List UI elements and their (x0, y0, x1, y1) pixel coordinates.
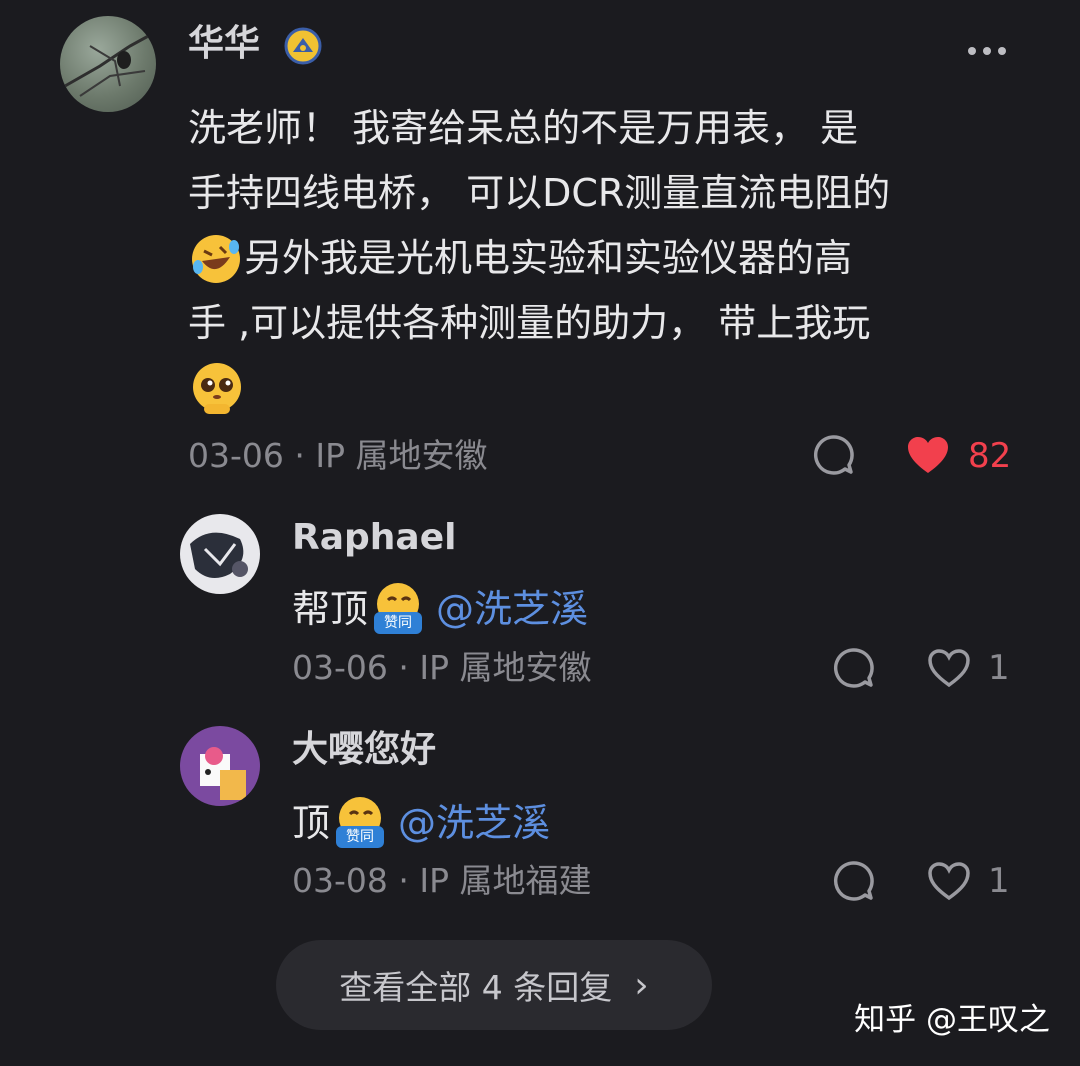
comment-meta: 03-06 · IP 属地安徽 (188, 436, 488, 475)
heart-filled-icon (908, 437, 948, 473)
pleading-emoji (188, 360, 246, 418)
reply-date: 03-08 (292, 861, 388, 900)
rofl-emoji (188, 231, 244, 287)
comment-line: 手持四线电桥， 可以DCR测量直流电阻的 (188, 171, 891, 215)
reply-text: 顶 赞同 @洗芝溪 (292, 794, 550, 852)
reply-location: IP 属地安徽 (419, 648, 592, 687)
reply-button[interactable] (810, 432, 856, 478)
mention-link[interactable]: @洗芝溪 (436, 580, 588, 638)
comment-line: 另外我是光机电实验和实验仪器的高 (244, 236, 853, 280)
reply-location: IP 属地福建 (419, 861, 592, 900)
reply-button[interactable] (830, 858, 876, 904)
view-all-replies-label: 查看全部 4 条回复 (339, 968, 613, 1007)
comment-icon (833, 648, 874, 688)
watermark: 知乎 @王叹之 (854, 1002, 1050, 1038)
reply-text-body: 顶 (292, 801, 331, 845)
like-button[interactable] (926, 645, 972, 691)
mention-link[interactable]: @洗芝溪 (398, 794, 550, 852)
like-count: 1 (988, 861, 1010, 901)
reply-author-avatar[interactable] (180, 514, 260, 594)
reply-meta: 03-08 · IP 属地福建 (292, 861, 592, 900)
heart-outline-icon (928, 649, 970, 688)
comment-line: 洗老师！ 我寄给呆总的不是万用表， 是 (188, 106, 859, 150)
agree-sticker: 赞同 (330, 794, 390, 852)
comment-icon (813, 435, 854, 475)
verified-badge-icon (284, 27, 322, 65)
heart-outline-icon (928, 862, 970, 901)
like-count: 1 (988, 648, 1010, 688)
view-all-replies-button[interactable]: 查看全部 4 条回复 › (276, 940, 712, 1030)
more-options-button[interactable] (968, 40, 1013, 59)
reply-author-name[interactable]: Raphael (292, 516, 456, 560)
agree-sticker: 赞同 (368, 580, 428, 638)
comment-date: 03-06 (188, 436, 284, 475)
like-button[interactable] (904, 432, 952, 478)
chevron-right-icon: › (634, 964, 649, 1006)
reply-meta: 03-06 · IP 属地安徽 (292, 648, 592, 687)
art-avatar-image (190, 532, 248, 578)
emoji-line (188, 356, 1028, 421)
reply-text: 帮顶 赞同 @洗芝溪 (292, 580, 588, 638)
reply-author-avatar[interactable] (180, 726, 260, 806)
comment-icon (833, 861, 874, 901)
agree-sticker-label: 赞同 (384, 615, 413, 631)
like-button[interactable] (926, 858, 972, 904)
comment-text: 洗老师！ 我寄给呆总的不是万用表， 是 手持四线电桥， 可以DCR测量直流电阻的… (188, 96, 1028, 421)
comment-line: 手 ,可以提供各种测量的助力， 带上我玩 (188, 301, 871, 345)
comment-author-avatar[interactable] (60, 16, 156, 112)
like-count: 82 (968, 436, 1012, 476)
comment-author-name[interactable]: 华华 (188, 22, 260, 66)
cartoon-avatar-image (200, 747, 246, 800)
bird-on-branch-image (64, 32, 153, 97)
reply-text-body: 帮顶 (292, 587, 369, 631)
agree-sticker-label: 赞同 (346, 829, 375, 845)
comment-location: IP 属地安徽 (315, 436, 488, 475)
reply-author-name[interactable]: 大嘤您好 (292, 728, 436, 772)
reply-button[interactable] (830, 645, 876, 691)
reply-date: 03-06 (292, 648, 388, 687)
comment-line-with-emoji: 另外我是光机电实验和实验仪器的高 (188, 226, 1028, 291)
more-icon (968, 47, 976, 55)
